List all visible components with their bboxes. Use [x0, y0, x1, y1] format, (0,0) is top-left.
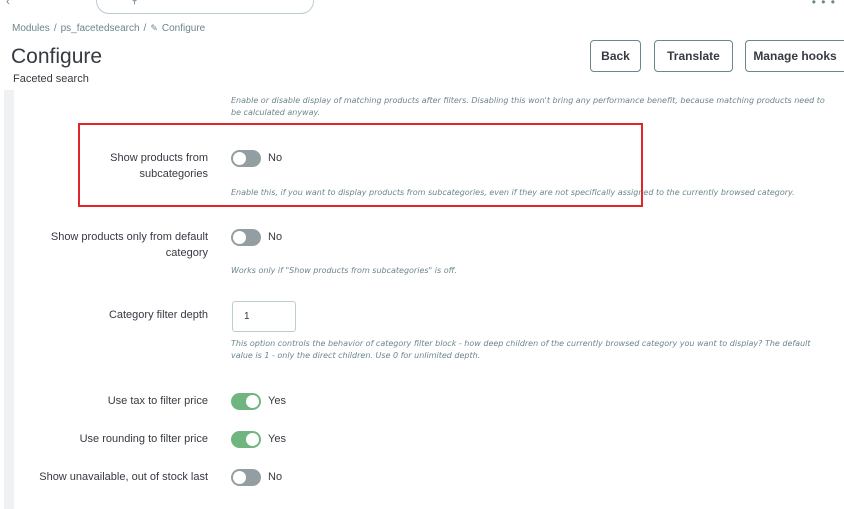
category-depth-help: This option controls the behavior of cat… [231, 339, 811, 360]
breadcrumb-configure: Configure [161, 23, 206, 34]
use-rounding-label: Use rounding to filter price [79, 433, 208, 445]
toggle-knob [233, 231, 246, 244]
default-category-label: Show products only from default category [50, 231, 208, 259]
arrow-left-icon[interactable]: ‹ [6, 0, 10, 8]
default-category-help: Works only if "Show products from subcat… [231, 266, 457, 275]
use-tax-label: Use tax to filter price [107, 395, 208, 407]
out-of-stock-toggle[interactable] [231, 469, 261, 486]
use-rounding-toggle[interactable] [231, 431, 261, 448]
out-of-stock-label: Show unavailable, out of stock last [39, 471, 208, 483]
category-depth-label: Category filter depth [108, 309, 208, 321]
page-title: Configure [11, 45, 103, 68]
toggle-knob [246, 395, 259, 408]
use-tax-toggle[interactable] [231, 393, 261, 410]
page-subtitle: Faceted search [13, 73, 89, 85]
out-of-stock-state: No [268, 471, 283, 483]
panel-left-border [4, 90, 14, 509]
breadcrumb: Modules / ps_facetedsearch / ✎ Configure [12, 23, 205, 34]
matching-products-help: Enable or disable display of matching pr… [231, 96, 825, 117]
breadcrumb-modules[interactable]: Modules [12, 23, 50, 34]
search-input[interactable]: ⚲ [96, 0, 314, 14]
use-rounding-state: Yes [268, 433, 286, 445]
breadcrumb-module[interactable]: ps_facetedsearch [61, 23, 140, 34]
toggle-knob [233, 471, 246, 484]
translate-button[interactable]: Translate [654, 40, 733, 72]
highlight-annotation [78, 123, 643, 207]
top-bar: ‹ ⚲ • • • [0, 0, 844, 20]
wrench-icon: ✎ [150, 23, 158, 33]
category-depth-input[interactable]: 1 [232, 301, 296, 332]
manage-hooks-button[interactable]: Manage hooks [745, 40, 844, 72]
back-button[interactable]: Back [590, 40, 641, 72]
use-tax-state: Yes [268, 395, 286, 407]
search-icon: ⚲ [131, 0, 139, 6]
breadcrumb-separator: / [53, 23, 57, 34]
default-category-state: No [268, 231, 283, 243]
top-right-icons: • • • [811, 0, 836, 9]
default-category-toggle[interactable] [231, 229, 261, 246]
breadcrumb-separator: / [143, 23, 147, 34]
toggle-knob [246, 433, 259, 446]
